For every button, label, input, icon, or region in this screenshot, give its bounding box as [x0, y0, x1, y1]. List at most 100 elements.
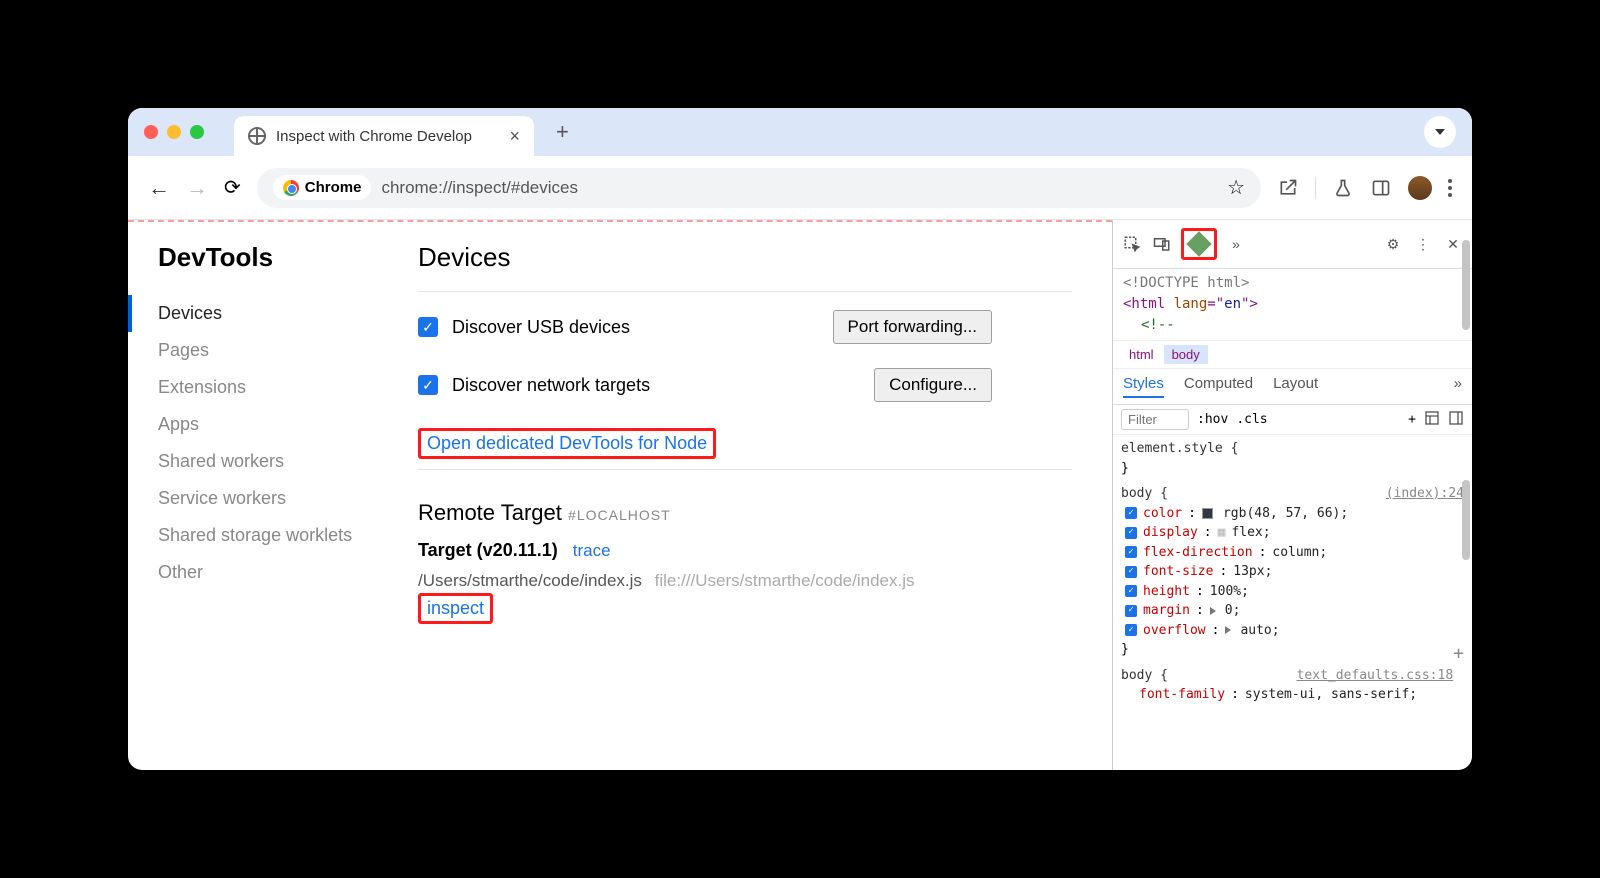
add-property-icon[interactable]: + — [1453, 640, 1464, 667]
inspect-page: DevTools Devices Pages Extensions Apps S… — [128, 220, 1112, 770]
settings-gear-icon[interactable]: ⚙ — [1382, 233, 1404, 255]
target-path: /Users/stmarthe/code/index.js — [418, 571, 642, 590]
chrome-chip-label: Chrome — [305, 179, 362, 196]
prop-name: color — [1143, 504, 1182, 524]
dom-doctype: <!DOCTYPE html> — [1123, 275, 1249, 291]
rendering-sidebar-icon[interactable] — [1448, 410, 1464, 430]
cls-toggle[interactable]: .cls — [1236, 412, 1267, 427]
tab-computed[interactable]: Computed — [1184, 375, 1253, 398]
prop-value: 13px; — [1233, 562, 1272, 582]
css-property[interactable]: ✓display: ▦flex; — [1121, 523, 1464, 543]
scrollbar-thumb[interactable] — [1462, 240, 1470, 330]
forward-button[interactable]: → — [186, 175, 208, 201]
profile-avatar[interactable] — [1408, 176, 1432, 200]
styles-filter-input[interactable] — [1121, 409, 1189, 430]
css-property[interactable]: ✓overflow: auto; — [1121, 621, 1464, 641]
property-checkbox[interactable]: ✓ — [1125, 507, 1137, 519]
more-styles-tabs[interactable]: » — [1454, 375, 1462, 398]
prop-value: rgb(48, 57, 66); — [1223, 504, 1348, 524]
sidebar-item-shared-workers[interactable]: Shared workers — [158, 443, 408, 480]
minimize-window-button[interactable] — [167, 125, 181, 139]
css-property[interactable]: ✓margin: 0; — [1121, 601, 1464, 621]
open-node-devtools-link[interactable]: Open dedicated DevTools for Node — [427, 433, 707, 453]
prop-name: overflow — [1143, 621, 1206, 641]
tab-styles[interactable]: Styles — [1123, 375, 1164, 398]
chrome-menu-button[interactable] — [1448, 179, 1452, 197]
color-swatch-icon[interactable] — [1202, 508, 1213, 519]
reload-button[interactable]: ⟳ — [224, 175, 241, 200]
prop-name: height — [1143, 582, 1190, 602]
maximize-window-button[interactable] — [190, 125, 204, 139]
rule-source[interactable]: text_defaults.css:18 — [1297, 666, 1454, 686]
property-checkbox[interactable]: ✓ — [1125, 546, 1137, 558]
labs-icon[interactable] — [1332, 177, 1354, 199]
device-toolbar-icon[interactable] — [1151, 233, 1173, 255]
expand-triangle-icon[interactable] — [1225, 626, 1231, 634]
inspect-highlight: inspect — [418, 593, 493, 624]
property-checkbox[interactable]: ✓ — [1125, 605, 1137, 617]
browser-tab[interactable]: Inspect with Chrome Develop × — [234, 116, 534, 156]
inspect-link[interactable]: inspect — [427, 598, 484, 618]
discover-usb-label: Discover USB devices — [452, 317, 630, 338]
sidebar-item-other[interactable]: Other — [158, 554, 408, 591]
sidebar-item-extensions[interactable]: Extensions — [158, 369, 408, 406]
more-tabs-icon[interactable]: » — [1225, 233, 1247, 255]
sidebar-item-shared-storage-worklets[interactable]: Shared storage worklets — [158, 517, 408, 554]
separator — [418, 469, 1072, 470]
rule-source[interactable]: (index):24 — [1386, 484, 1464, 504]
prop-value: column; — [1272, 543, 1327, 563]
flex-editor-icon[interactable]: ▦ — [1218, 523, 1226, 543]
sidebar-item-devices[interactable]: Devices — [128, 295, 408, 332]
discover-network-checkbox[interactable]: ✓ — [418, 375, 438, 395]
separator — [418, 291, 1072, 292]
omnibox[interactable]: Chrome chrome://inspect/#devices ☆ — [257, 168, 1261, 208]
discover-usb-checkbox[interactable]: ✓ — [418, 317, 438, 337]
close-devtools-icon[interactable]: ✕ — [1442, 233, 1464, 255]
dom-tree[interactable]: <!DOCTYPE html> <html lang="en"> <!-- — [1113, 269, 1472, 340]
devtools-tabbar: » ⚙ ⋮ ✕ — [1113, 220, 1472, 269]
styles-tabbar: Styles Computed Layout » — [1113, 369, 1472, 405]
inspect-element-icon[interactable] — [1121, 233, 1143, 255]
prop-value: 100%; — [1210, 582, 1249, 602]
configure-button[interactable]: Configure... — [874, 368, 992, 402]
scrollbar-thumb[interactable] — [1462, 480, 1470, 560]
tabs-dropdown-button[interactable] — [1424, 116, 1456, 148]
close-window-button[interactable] — [144, 125, 158, 139]
property-checkbox[interactable]: ✓ — [1125, 527, 1137, 539]
css-property[interactable]: ✓color: rgb(48, 57, 66); — [1121, 504, 1464, 524]
devtools-menu-icon[interactable]: ⋮ — [1412, 233, 1434, 255]
computed-sidebar-icon[interactable] — [1424, 410, 1440, 430]
chrome-logo-icon — [283, 180, 299, 196]
styles-body[interactable]: element.style {} (index):24 body { ✓colo… — [1113, 435, 1472, 770]
port-forwarding-button[interactable]: Port forwarding... — [833, 310, 992, 344]
new-tab-button[interactable]: + — [556, 119, 569, 145]
sidebar-item-apps[interactable]: Apps — [158, 406, 408, 443]
expand-triangle-icon[interactable] — [1210, 607, 1216, 615]
css-property[interactable]: ✓flex-direction: column; — [1121, 543, 1464, 563]
back-button[interactable]: ← — [148, 175, 170, 201]
star-icon[interactable]: ☆ — [1227, 175, 1245, 200]
property-checkbox[interactable]: ✓ — [1125, 585, 1137, 597]
open-node-devtools-highlight: Open dedicated DevTools for Node — [418, 428, 716, 459]
css-property[interactable]: ✓font-size: 13px; — [1121, 562, 1464, 582]
sidepanel-icon[interactable] — [1370, 177, 1392, 199]
nodejs-icon[interactable] — [1187, 232, 1211, 256]
rule-selector: body { — [1121, 486, 1168, 501]
tab-layout[interactable]: Layout — [1273, 375, 1318, 398]
new-style-rule-icon[interactable]: + — [1408, 412, 1416, 427]
breadcrumb-html[interactable]: html — [1121, 345, 1162, 364]
property-checkbox[interactable]: ✓ — [1125, 624, 1137, 636]
close-tab-button[interactable]: × — [509, 126, 520, 147]
sidebar-item-service-workers[interactable]: Service workers — [158, 480, 408, 517]
property-checkbox[interactable]: ✓ — [1125, 566, 1137, 578]
sidebar-item-pages[interactable]: Pages — [158, 332, 408, 369]
prop-name: display — [1143, 523, 1198, 543]
extensions-icon[interactable] — [1277, 177, 1299, 199]
css-property[interactable]: ✓height: 100%; — [1121, 582, 1464, 602]
trace-link[interactable]: trace — [573, 541, 611, 560]
breadcrumb-body[interactable]: body — [1164, 345, 1208, 364]
dom-comment: <!-- — [1141, 315, 1462, 336]
hov-toggle[interactable]: :hov — [1197, 412, 1228, 427]
toolbar: ← → ⟳ Chrome chrome://inspect/#devices ☆ — [128, 156, 1472, 220]
traffic-lights — [144, 125, 204, 139]
